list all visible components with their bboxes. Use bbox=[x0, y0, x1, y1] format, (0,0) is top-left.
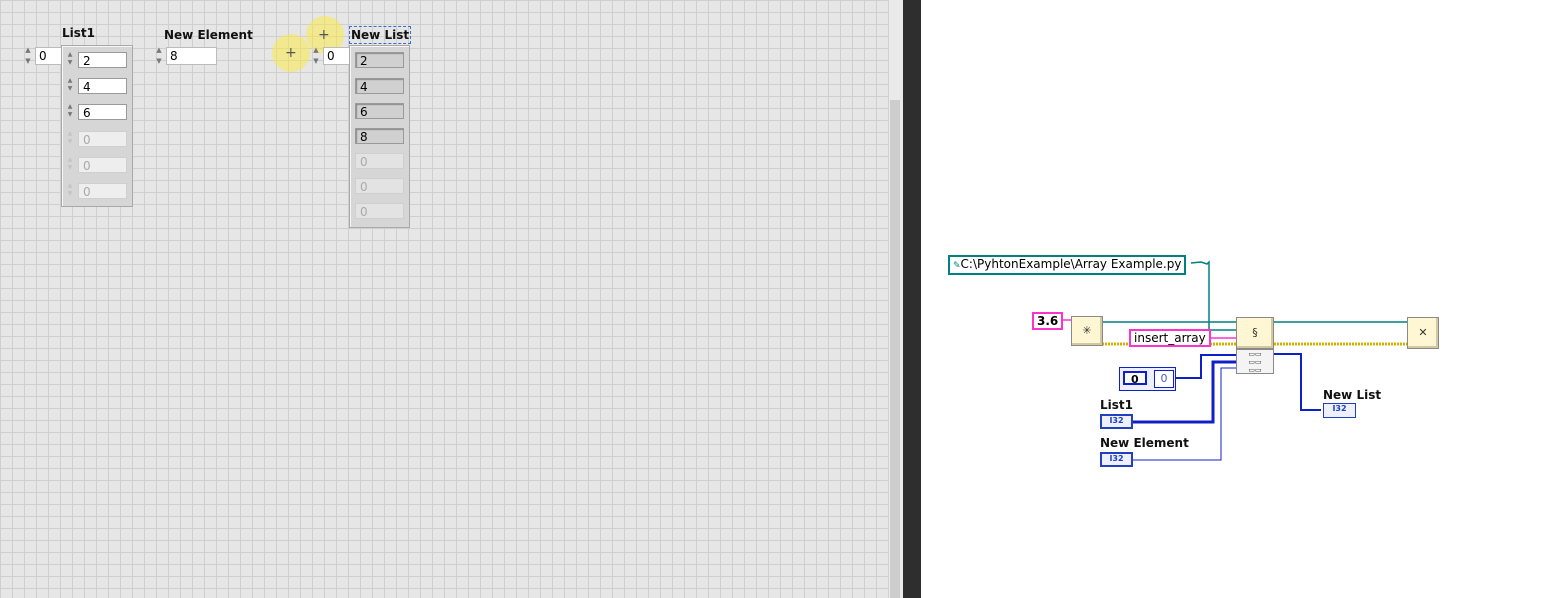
window-divider bbox=[903, 0, 921, 598]
list1-index-display[interactable]: 0 bbox=[35, 47, 62, 65]
list1-terminal-label: List1 bbox=[1100, 398, 1133, 412]
path-icon: ✎ bbox=[953, 261, 961, 271]
list1-element[interactable]: 4 bbox=[78, 78, 127, 94]
open-python-session-node[interactable]: ✳︎ bbox=[1071, 316, 1103, 346]
array-constant-element[interactable]: 0 bbox=[1154, 370, 1174, 388]
list1-empty-spinner: ▲ ▼ bbox=[67, 130, 73, 145]
parameter-terminals-icon: ▭▭ ▭▭ ▭▭ bbox=[1248, 350, 1262, 374]
new-element-input[interactable]: 8 bbox=[166, 47, 217, 65]
wires-layer bbox=[1063, 260, 1408, 461]
increment-arrow-icon[interactable]: ▲ bbox=[155, 45, 163, 56]
new-list-label[interactable]: New List bbox=[348, 26, 412, 44]
list1-element-spinner[interactable]: ▲ ▼ bbox=[66, 103, 74, 119]
list1-element-spinner[interactable]: ▲ ▼ bbox=[66, 51, 74, 67]
python-node[interactable]: § bbox=[1236, 317, 1274, 349]
list1-element-spinner[interactable]: ▲ ▼ bbox=[66, 77, 74, 93]
list1-empty-spinner: ▲ ▼ bbox=[67, 182, 73, 197]
front-panel: List1 ▲ ▼ 0 ▲ ▼ 2 ▲ ▼ 4 ▲ ▼ 6 ▲ ▼ 0 ▲ ▼ 0 ▲ ▼ … bbox=[0, 0, 888, 598]
list1-empty-spinner: ▲ ▼ bbox=[67, 156, 73, 171]
python-open-session-icon: ✳︎ bbox=[1082, 324, 1092, 337]
array-constant-index[interactable]: 0 bbox=[1123, 371, 1147, 386]
list1-element[interactable]: 6 bbox=[78, 104, 127, 120]
decrement-arrow-icon[interactable]: ▼ bbox=[155, 56, 163, 67]
new-element-label: New Element bbox=[164, 28, 253, 42]
new-list-element: 4 bbox=[355, 78, 404, 94]
crosshair-cursor-icon: + bbox=[285, 45, 297, 61]
new-element-spinner[interactable]: ▲ ▼ bbox=[155, 45, 163, 67]
list1-label: List1 bbox=[62, 26, 95, 40]
list1-element[interactable]: 2 bbox=[78, 52, 127, 68]
new-list-index-spinner[interactable]: ▲ ▼ bbox=[312, 45, 320, 67]
crosshair-cursor-icon: + bbox=[318, 27, 330, 43]
list1-empty-element[interactable]: 0 bbox=[78, 157, 127, 173]
return-type-array-constant[interactable]: 0 0 bbox=[1119, 367, 1176, 391]
new-list-terminal-label: New List bbox=[1323, 388, 1382, 402]
python-node-icon: § bbox=[1252, 326, 1258, 339]
new-list-element: 6 bbox=[355, 103, 404, 119]
increment-arrow-icon[interactable]: ▲ bbox=[312, 45, 320, 56]
block-diagram: ✎C:\PyhtonExample\Array Example.py 3.6 ✳… bbox=[921, 0, 1552, 598]
increment-arrow-icon[interactable]: ▲ bbox=[24, 45, 32, 56]
list1-empty-element[interactable]: 0 bbox=[78, 183, 127, 199]
function-name-constant[interactable]: insert_array bbox=[1129, 329, 1211, 347]
list1-index-spinner[interactable]: ▲ ▼ bbox=[24, 45, 32, 67]
return-type-wire[interactable] bbox=[1174, 354, 1237, 379]
new-element-terminal[interactable]: I32 bbox=[1100, 452, 1133, 467]
new-list-empty-element: 0 bbox=[355, 203, 404, 219]
list1-array-frame: ▲ ▼ 2 ▲ ▼ 4 ▲ ▼ 6 ▲ ▼ 0 ▲ ▼ 0 ▲ ▼ 0 bbox=[61, 45, 133, 207]
new-list-empty-element: 0 bbox=[355, 178, 404, 194]
list1-terminal[interactable]: I32 bbox=[1100, 414, 1133, 429]
front-panel-scroll-thumb[interactable] bbox=[890, 100, 900, 598]
list1-empty-element[interactable]: 0 bbox=[78, 131, 127, 147]
path-constant-text: C:\PyhtonExample\Array Example.py bbox=[960, 257, 1182, 271]
close-python-session-node[interactable]: ✕ bbox=[1407, 317, 1439, 349]
new-list-element: 2 bbox=[355, 52, 404, 68]
path-constant[interactable]: ✎C:\PyhtonExample\Array Example.py bbox=[948, 255, 1187, 275]
python-node-params[interactable]: ▭▭ ▭▭ ▭▭ bbox=[1236, 349, 1274, 374]
new-list-wire[interactable] bbox=[1274, 353, 1321, 411]
decrement-arrow-icon[interactable]: ▼ bbox=[24, 56, 32, 67]
new-list-index-display[interactable]: 0 bbox=[323, 47, 350, 65]
new-list-element: 8 bbox=[355, 128, 404, 144]
new-list-terminal[interactable]: I32 bbox=[1323, 403, 1356, 418]
new-list-array-frame: 2 4 6 8 0 0 0 bbox=[349, 45, 410, 228]
python-version-constant[interactable]: 3.6 bbox=[1032, 312, 1064, 330]
python-close-session-icon: ✕ bbox=[1418, 326, 1428, 339]
new-list-empty-element: 0 bbox=[355, 153, 404, 169]
path-wire[interactable] bbox=[1190, 260, 1237, 331]
new-element-terminal-label: New Element bbox=[1100, 436, 1189, 450]
decrement-arrow-icon[interactable]: ▼ bbox=[312, 56, 320, 67]
